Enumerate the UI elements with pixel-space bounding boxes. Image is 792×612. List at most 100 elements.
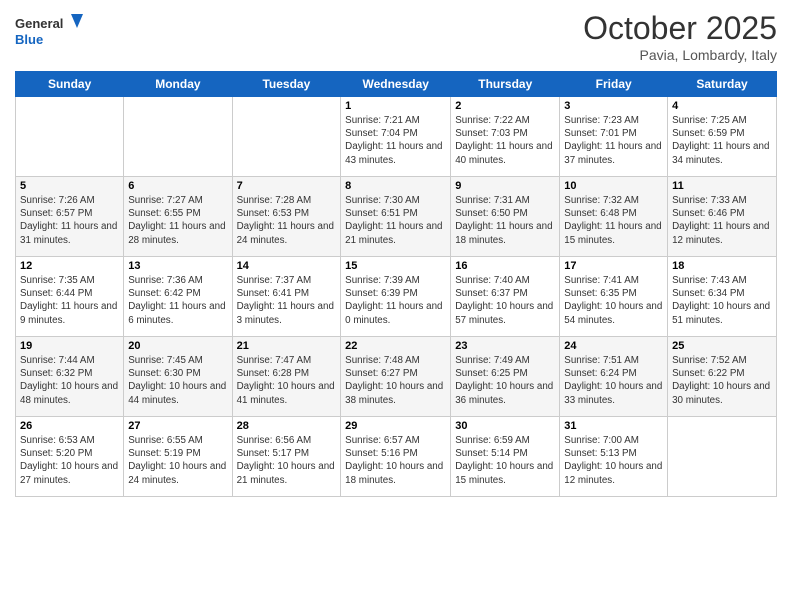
- day-info: Sunrise: 7:21 AMSunset: 7:04 PMDaylight:…: [345, 114, 446, 167]
- calendar-cell: 8Sunrise: 7:30 AMSunset: 6:51 PMDaylight…: [341, 177, 451, 257]
- calendar-cell: 27 Sunrise: 6:55 AMSunset: 5:19 PMDayligh…: [124, 417, 232, 497]
- day-number: 19: [20, 340, 119, 352]
- calendar-cell: 22Sunrise: 7:48 AMSunset: 6:27 PMDayligh…: [341, 337, 451, 417]
- calendar-cell: 4Sunrise: 7:25 AMSunset: 6:59 PMDaylight…: [668, 97, 777, 177]
- day-info: Sunrise: 6:53 AMSunset: 5:20 PMDaylight:…: [20, 434, 119, 487]
- calendar-cell: 1 Sunrise: 7:21 AMSunset: 7:04 PMDaylight…: [341, 97, 451, 177]
- day-info: Sunrise: 7:27 AMSunset: 6:55 PMDaylight:…: [128, 194, 227, 247]
- day-info: Sunrise: 7:44 AMSunset: 6:32 PMDaylight:…: [20, 354, 119, 407]
- day-number: 30: [455, 420, 555, 432]
- calendar-cell: [668, 417, 777, 497]
- day-info: Sunrise: 6:55 AMSunset: 5:19 PMDaylight:…: [128, 434, 227, 487]
- calendar-cell: 31 Sunrise: 7:00 AMSunset: 5:13 PMDayligh…: [560, 417, 668, 497]
- day-number: 23: [455, 340, 555, 352]
- day-info: Sunrise: 7:22 AMSunset: 7:03 PMDaylight:…: [455, 114, 555, 167]
- calendar-cell: 24 Sunrise: 7:51 AMSunset: 6:24 PMDayligh…: [560, 337, 668, 417]
- header: General Blue October 2025 Pavia, Lombard…: [15, 10, 777, 63]
- calendar-cell: 9 Sunrise: 7:31 AMSunset: 6:50 PMDaylight…: [451, 177, 560, 257]
- calendar-cell: 2Sunrise: 7:22 AMSunset: 7:03 PMDaylight…: [451, 97, 560, 177]
- calendar-week-4: 19 Sunrise: 7:44 AMSunset: 6:32 PMDayligh…: [16, 337, 777, 417]
- calendar-cell: 14Sunrise: 7:37 AMSunset: 6:41 PMDayligh…: [232, 257, 341, 337]
- day-info: Sunrise: 7:43 AMSunset: 6:34 PMDaylight:…: [672, 274, 772, 327]
- day-info: Sunrise: 7:35 AMSunset: 6:44 PMDaylight:…: [20, 274, 119, 327]
- calendar-cell: 3Sunrise: 7:23 AMSunset: 7:01 PMDaylight…: [560, 97, 668, 177]
- calendar-week-1: 1 Sunrise: 7:21 AMSunset: 7:04 PMDaylight…: [16, 97, 777, 177]
- day-info: Sunrise: 6:56 AMSunset: 5:17 PMDaylight:…: [237, 434, 337, 487]
- day-number: 28: [237, 420, 337, 432]
- day-number: 31: [564, 420, 663, 432]
- calendar-week-3: 12Sunrise: 7:35 AMSunset: 6:44 PMDayligh…: [16, 257, 777, 337]
- day-info: Sunrise: 7:28 AMSunset: 6:53 PMDaylight:…: [237, 194, 337, 247]
- day-info: Sunrise: 7:33 AMSunset: 6:46 PMDaylight:…: [672, 194, 772, 247]
- calendar-cell: [16, 97, 124, 177]
- day-info: Sunrise: 7:48 AMSunset: 6:27 PMDaylight:…: [345, 354, 446, 407]
- day-number: 25: [672, 340, 772, 352]
- calendar-cell: 25 Sunrise: 7:52 AMSunset: 6:22 PMDayligh…: [668, 337, 777, 417]
- calendar-cell: 29 Sunrise: 6:57 AMSunset: 5:16 PMDayligh…: [341, 417, 451, 497]
- calendar-cell: 13 Sunrise: 7:36 AMSunset: 6:42 PMDayligh…: [124, 257, 232, 337]
- col-friday: Friday: [560, 72, 668, 97]
- day-info: Sunrise: 7:36 AMSunset: 6:42 PMDaylight:…: [128, 274, 227, 327]
- logo: General Blue: [15, 10, 85, 52]
- title-block: October 2025 Pavia, Lombardy, Italy: [583, 10, 777, 63]
- day-info: Sunrise: 7:52 AMSunset: 6:22 PMDaylight:…: [672, 354, 772, 407]
- subtitle: Pavia, Lombardy, Italy: [583, 47, 777, 63]
- day-number: 16: [455, 260, 555, 272]
- day-number: 1: [345, 100, 446, 112]
- day-info: Sunrise: 7:40 AMSunset: 6:37 PMDaylight:…: [455, 274, 555, 327]
- calendar-cell: 21Sunrise: 7:47 AMSunset: 6:28 PMDayligh…: [232, 337, 341, 417]
- month-title: October 2025: [583, 10, 777, 47]
- day-number: 24: [564, 340, 663, 352]
- calendar-cell: 6Sunrise: 7:27 AMSunset: 6:55 PMDaylight…: [124, 177, 232, 257]
- calendar-cell: 10Sunrise: 7:32 AMSunset: 6:48 PMDayligh…: [560, 177, 668, 257]
- calendar-week-2: 5 Sunrise: 7:26 AMSunset: 6:57 PMDaylight…: [16, 177, 777, 257]
- day-number: 27: [128, 420, 227, 432]
- day-number: 4: [672, 100, 772, 112]
- svg-text:Blue: Blue: [15, 32, 43, 47]
- page: General Blue October 2025 Pavia, Lombard…: [0, 0, 792, 612]
- day-number: 5: [20, 180, 119, 192]
- day-number: 13: [128, 260, 227, 272]
- day-number: 15: [345, 260, 446, 272]
- calendar-cell: 19 Sunrise: 7:44 AMSunset: 6:32 PMDayligh…: [16, 337, 124, 417]
- day-info: Sunrise: 7:41 AMSunset: 6:35 PMDaylight:…: [564, 274, 663, 327]
- calendar-week-5: 26 Sunrise: 6:53 AMSunset: 5:20 PMDayligh…: [16, 417, 777, 497]
- day-info: Sunrise: 7:47 AMSunset: 6:28 PMDaylight:…: [237, 354, 337, 407]
- day-number: 9: [455, 180, 555, 192]
- day-number: 26: [20, 420, 119, 432]
- col-wednesday: Wednesday: [341, 72, 451, 97]
- calendar-cell: 12Sunrise: 7:35 AMSunset: 6:44 PMDayligh…: [16, 257, 124, 337]
- calendar-cell: 23Sunrise: 7:49 AMSunset: 6:25 PMDayligh…: [451, 337, 560, 417]
- day-info: Sunrise: 7:00 AMSunset: 5:13 PMDaylight:…: [564, 434, 663, 487]
- day-number: 7: [237, 180, 337, 192]
- day-info: Sunrise: 7:23 AMSunset: 7:01 PMDaylight:…: [564, 114, 663, 167]
- col-saturday: Saturday: [668, 72, 777, 97]
- day-info: Sunrise: 7:31 AMSunset: 6:50 PMDaylight:…: [455, 194, 555, 247]
- day-number: 29: [345, 420, 446, 432]
- calendar-cell: [232, 97, 341, 177]
- col-sunday: Sunday: [16, 72, 124, 97]
- day-number: 14: [237, 260, 337, 272]
- calendar-cell: 11 Sunrise: 7:33 AMSunset: 6:46 PMDayligh…: [668, 177, 777, 257]
- day-number: 17: [564, 260, 663, 272]
- day-info: Sunrise: 7:26 AMSunset: 6:57 PMDaylight:…: [20, 194, 119, 247]
- day-number: 11: [672, 180, 772, 192]
- day-info: Sunrise: 7:30 AMSunset: 6:51 PMDaylight:…: [345, 194, 446, 247]
- calendar-cell: 26 Sunrise: 6:53 AMSunset: 5:20 PMDayligh…: [16, 417, 124, 497]
- day-info: Sunrise: 6:57 AMSunset: 5:16 PMDaylight:…: [345, 434, 446, 487]
- day-info: Sunrise: 7:51 AMSunset: 6:24 PMDaylight:…: [564, 354, 663, 407]
- day-number: 20: [128, 340, 227, 352]
- calendar-cell: 5 Sunrise: 7:26 AMSunset: 6:57 PMDaylight…: [16, 177, 124, 257]
- day-info: Sunrise: 7:45 AMSunset: 6:30 PMDaylight:…: [128, 354, 227, 407]
- calendar-cell: 16 Sunrise: 7:40 AMSunset: 6:37 PMDayligh…: [451, 257, 560, 337]
- col-monday: Monday: [124, 72, 232, 97]
- day-info: Sunrise: 6:59 AMSunset: 5:14 PMDaylight:…: [455, 434, 555, 487]
- day-info: Sunrise: 7:39 AMSunset: 6:39 PMDaylight:…: [345, 274, 446, 327]
- calendar-cell: 18 Sunrise: 7:43 AMSunset: 6:34 PMDayligh…: [668, 257, 777, 337]
- col-tuesday: Tuesday: [232, 72, 341, 97]
- svg-text:General: General: [15, 16, 63, 31]
- calendar-cell: 15 Sunrise: 7:39 AMSunset: 6:39 PMDayligh…: [341, 257, 451, 337]
- day-number: 18: [672, 260, 772, 272]
- calendar-header-row: Sunday Monday Tuesday Wednesday Thursday…: [16, 72, 777, 97]
- calendar-cell: 17 Sunrise: 7:41 AMSunset: 6:35 PMDayligh…: [560, 257, 668, 337]
